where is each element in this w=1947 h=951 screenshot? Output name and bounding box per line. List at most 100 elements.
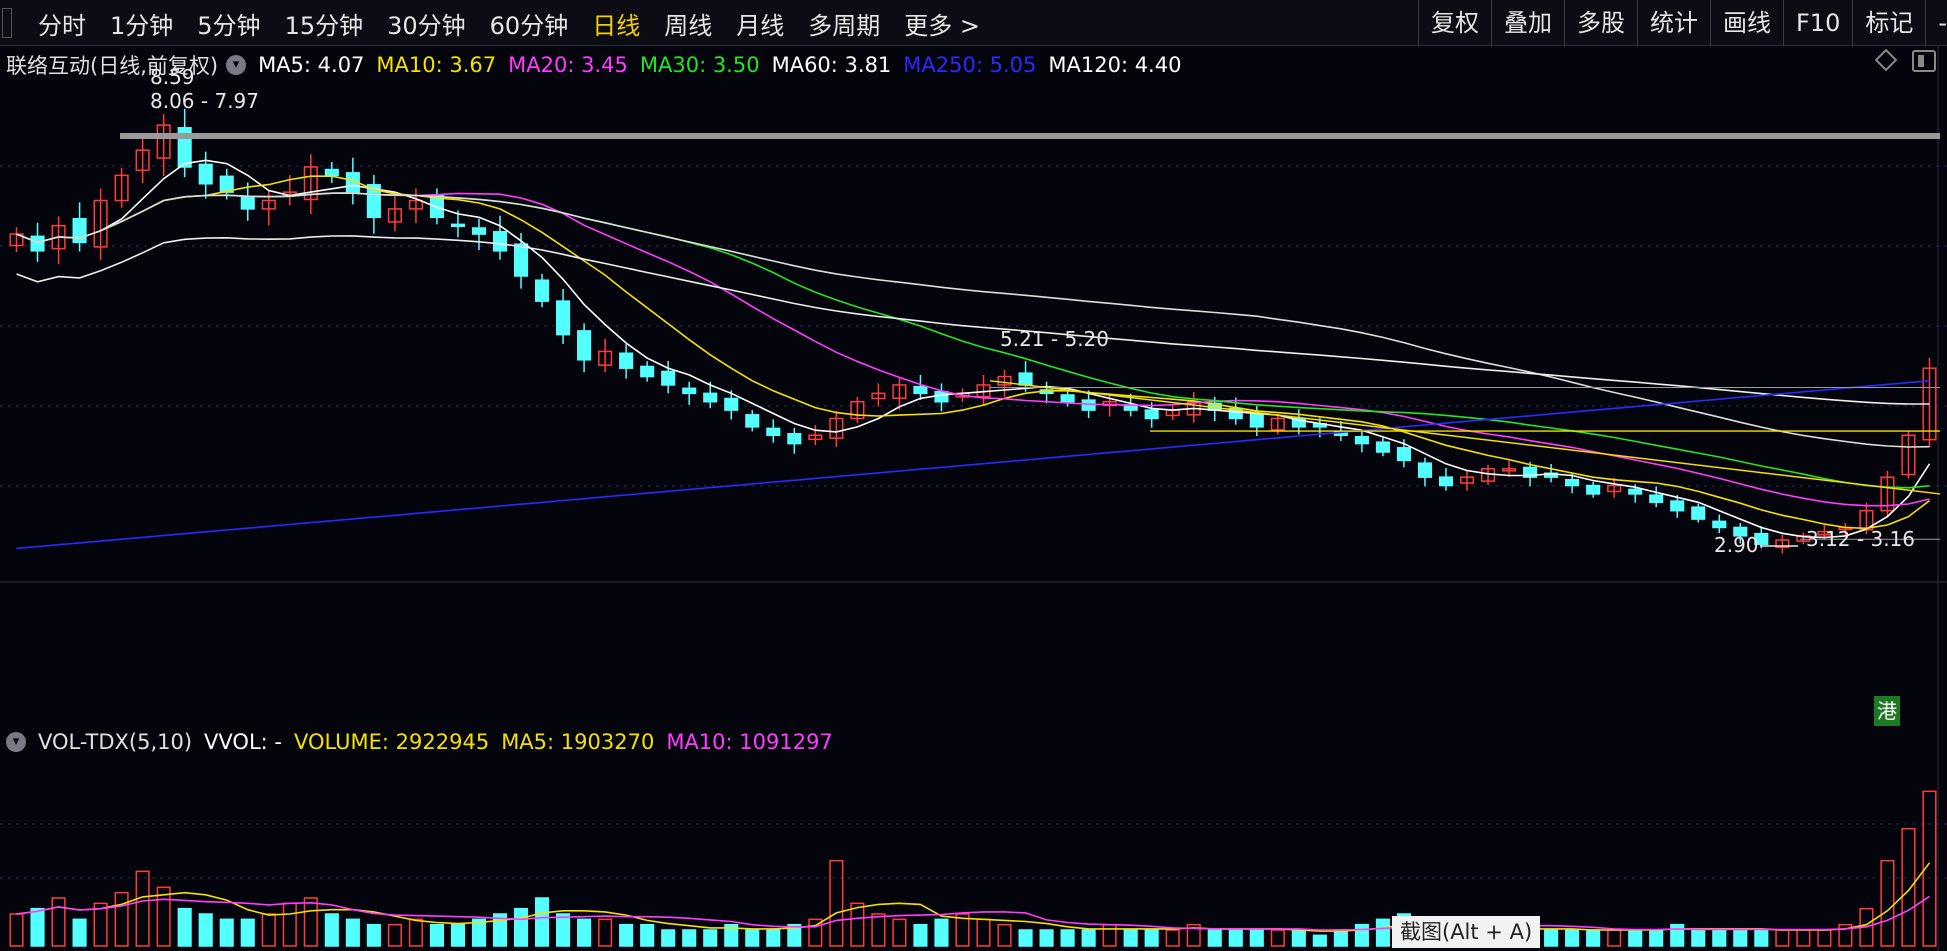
volume-bar: [324, 913, 339, 947]
candle-body: [513, 243, 529, 277]
tab-9[interactable]: 多周期: [808, 6, 880, 41]
candle-body: [1354, 435, 1369, 445]
candle-body: [1249, 413, 1264, 428]
chevron-down-icon[interactable]: ▾: [226, 55, 247, 75]
candle-body: [1417, 462, 1433, 478]
volume-bar: [913, 923, 928, 947]
volume-bar: [1712, 929, 1727, 947]
volume-indicator-name[interactable]: VOL-TDX(5,10): [38, 730, 192, 754]
volume-bar: [1775, 929, 1790, 947]
tool-button-6[interactable]: 标记: [1852, 0, 1925, 46]
candle-body: [1018, 372, 1033, 386]
volume-bar: [745, 929, 760, 947]
volume-chart[interactable]: [0, 726, 1947, 951]
hk-connect-badge: 港: [1874, 696, 1900, 726]
tab-6[interactable]: 日线: [592, 6, 640, 41]
volume-bar: [892, 918, 907, 947]
ma-legend-items: MA5: 4.07 MA10: 3.67 MA20: 3.45 MA30: 3.50 M…: [258, 53, 1193, 77]
tab-2[interactable]: 5分钟: [197, 6, 260, 41]
candle-body: [619, 352, 634, 369]
candle-body: [1628, 488, 1643, 495]
candle-body: [577, 330, 592, 361]
volume-bar: [1544, 929, 1559, 947]
candle-body: [1144, 409, 1159, 420]
candle-body: [724, 397, 739, 411]
candle-body: [1375, 441, 1390, 453]
tab-7[interactable]: 周线: [664, 6, 712, 41]
volume-bar: [1565, 929, 1580, 947]
tool-button-2[interactable]: 多股: [1564, 0, 1637, 46]
volume-bar: [1880, 859, 1895, 947]
tool-buttons: 复权叠加多股统计画线F10标记-自选: [1418, 0, 1947, 46]
tab-8[interactable]: 月线: [736, 6, 784, 41]
volume-bar: [1354, 923, 1369, 947]
volume-bar: [429, 923, 445, 947]
tab-4[interactable]: 30分钟: [387, 6, 466, 41]
volume-bar: [1733, 929, 1748, 947]
ma5-line: [16, 159, 1931, 539]
volume-legend: ▾ VOL-TDX(5,10) VVOL: - VOLUME: 2922945 MA…: [6, 730, 845, 754]
volume-bar: [1165, 929, 1180, 947]
tool-button-1[interactable]: 叠加: [1491, 0, 1564, 46]
screenshot-tooltip: 截图(Alt + A): [1392, 916, 1541, 948]
volume-bar: [30, 907, 45, 947]
volume-bar: [640, 923, 655, 947]
tab-10[interactable]: 更多 >: [904, 6, 980, 41]
tool-button-3[interactable]: 统计: [1637, 0, 1710, 46]
candle-body: [240, 196, 255, 210]
volume-bar: [387, 923, 402, 947]
tab-3[interactable]: 15分钟: [285, 6, 364, 41]
volume-bar: [1817, 929, 1832, 947]
candle-body: [703, 392, 718, 403]
tool-button-7[interactable]: -自选: [1925, 0, 1947, 46]
volume-legend-items: VVOL: - VOLUME: 2922945 MA5: 1903270 MA10: …: [204, 730, 845, 754]
panel-toggle-icon[interactable]: [1912, 50, 1936, 72]
volume-legend-item: MA5: 1903270: [501, 730, 655, 754]
tool-button-0[interactable]: 复权: [1418, 0, 1491, 46]
main-legend-item: MA30: 3.50: [639, 53, 760, 77]
candle-body: [745, 414, 760, 428]
high-range-label: 8.06 - 7.97: [150, 89, 259, 113]
tab-5[interactable]: 60分钟: [490, 6, 569, 41]
mid-range-label: 5.21 - 5.20: [1000, 327, 1109, 351]
volume-bar: [661, 929, 676, 947]
candle-body: [1060, 394, 1075, 403]
candle-body: [471, 227, 487, 235]
volume-bar: [534, 897, 550, 947]
tab-0[interactable]: 分时: [38, 6, 86, 41]
candle-body: [682, 387, 697, 395]
volume-bar: [345, 918, 360, 947]
volume-bar: [156, 886, 171, 947]
ma60-line: [16, 192, 1930, 448]
volume-bar: [177, 907, 192, 947]
volume-bar: [682, 929, 697, 947]
chevron-down-icon[interactable]: ▾: [6, 732, 26, 752]
candle-body: [787, 433, 802, 445]
volume-bar: [282, 902, 297, 947]
volume-bar: [829, 859, 844, 947]
volume-bar: [261, 913, 276, 947]
volume-bar: [1102, 923, 1117, 947]
volume-bar: [51, 897, 66, 947]
tool-button-4[interactable]: 画线: [1710, 0, 1783, 46]
volume-bar: [1081, 929, 1096, 947]
volume-bar: [934, 918, 949, 947]
volume-bar: [114, 891, 129, 947]
volume-bar: [450, 923, 466, 947]
volume-bar: [135, 870, 150, 947]
volume-bar: [1312, 934, 1327, 947]
volume-bar: [577, 918, 592, 947]
candlestick-chart[interactable]: 8.598.06 - 7.975.21 - 5.202.90 3.12 - 3.1…: [0, 46, 1947, 726]
stock-title[interactable]: 联络互动(日线,前复权): [6, 50, 218, 80]
tab-1[interactable]: 1分钟: [110, 6, 173, 41]
candle-body: [913, 385, 928, 395]
candle-body: [1691, 506, 1706, 520]
candle-body: [450, 223, 466, 228]
candle-body: [1081, 399, 1096, 411]
low-price-label: 2.90: [1714, 533, 1759, 557]
tool-button-5[interactable]: F10: [1783, 0, 1852, 46]
low-range-label: 3.12 - 3.16: [1806, 527, 1915, 551]
toolbar-grip-icon[interactable]: [2, 8, 12, 38]
volume-bar: [619, 923, 634, 947]
volume-bar: [997, 923, 1012, 947]
